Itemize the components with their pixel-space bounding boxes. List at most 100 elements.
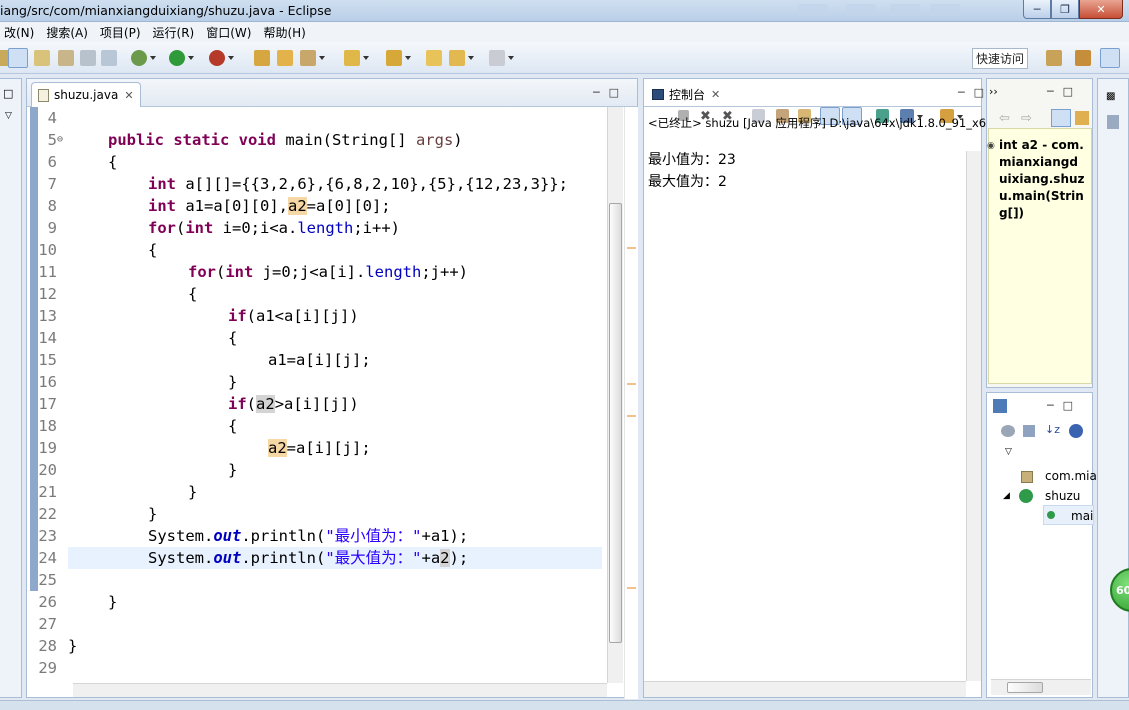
tab-console[interactable]: 控制台 ✕ bbox=[646, 82, 726, 107]
menu-window[interactable]: 窗口(W) bbox=[202, 24, 259, 41]
code-line[interactable]: 13 if(a1<a[i][j]) bbox=[27, 305, 602, 327]
new-java-project-icon[interactable] bbox=[254, 50, 270, 66]
line-number: 7 bbox=[47, 175, 57, 193]
code-line[interactable]: 27 bbox=[27, 613, 602, 635]
scrollbar-thumb[interactable] bbox=[609, 203, 622, 643]
outline-icon[interactable] bbox=[993, 399, 1007, 413]
code-line[interactable]: 6{ bbox=[27, 151, 602, 173]
menu-search[interactable]: 搜索(A) bbox=[42, 24, 96, 41]
code-line[interactable]: 18 { bbox=[27, 415, 602, 437]
menu-navigate[interactable]: 改(N) bbox=[0, 24, 42, 41]
run-icon[interactable] bbox=[169, 50, 194, 66]
minimize-maximize-icons[interactable]: ─□ bbox=[1047, 85, 1082, 98]
pin-icon[interactable] bbox=[386, 50, 411, 66]
show-whitespace-icon[interactable] bbox=[80, 50, 96, 66]
console-horizontal-scrollbar[interactable] bbox=[644, 681, 966, 697]
code-line[interactable]: 17 if(a2>a[i][j]) bbox=[27, 393, 602, 415]
code-editor[interactable]: 4 5 ⊖ public static void main(String[] args… bbox=[27, 107, 638, 699]
chevron-down-icon[interactable]: ▽ bbox=[5, 111, 12, 121]
code-line[interactable]: 9 for(int i=0;i<a.length;i++) bbox=[27, 217, 602, 239]
code-line[interactable]: 5 ⊖ public static void main(String[] args) bbox=[27, 129, 602, 151]
code-line[interactable]: 11 for(int j=0;j<a[i].length;j++) bbox=[27, 261, 602, 283]
sort-icon[interactable]: ↓z bbox=[1045, 423, 1060, 436]
editor-vertical-scrollbar[interactable] bbox=[607, 107, 623, 683]
maximize-icon[interactable]: □ bbox=[3, 87, 13, 100]
restore-icon[interactable]: ▩ bbox=[1106, 91, 1115, 102]
code-line[interactable]: 28} bbox=[27, 635, 602, 657]
debug-perspective-icon[interactable] bbox=[1075, 50, 1091, 66]
code-line[interactable]: 14 { bbox=[27, 327, 602, 349]
occurrence-marker[interactable] bbox=[627, 247, 636, 249]
close-tab-icon[interactable]: ✕ bbox=[711, 88, 720, 101]
code-line[interactable]: 21} bbox=[27, 481, 602, 503]
code-line[interactable]: 26} bbox=[27, 591, 602, 613]
last-edit-icon[interactable] bbox=[426, 50, 442, 66]
maximize-button[interactable]: ❐ bbox=[1051, 0, 1079, 19]
open-declaration-icon[interactable] bbox=[1075, 111, 1089, 125]
code-line[interactable]: 22} bbox=[27, 503, 602, 525]
code-line[interactable]: 8 int a1=a[0][0],a2=a[0][0]; bbox=[27, 195, 602, 217]
code-line[interactable]: 24 System.out.println("最大值为："+a2); bbox=[27, 547, 602, 569]
outline-item-package[interactable]: com.mia bbox=[1045, 469, 1097, 483]
occurrence-marker[interactable] bbox=[627, 415, 636, 417]
scrollbar-thumb[interactable] bbox=[1007, 682, 1043, 693]
debug-icon[interactable] bbox=[131, 50, 156, 66]
tab-shuzu-java[interactable]: shuzu.java ✕ bbox=[31, 82, 141, 107]
code-token: ( bbox=[176, 219, 186, 237]
hide-non-public-icon[interactable] bbox=[1069, 424, 1083, 438]
minimize-button[interactable]: ─ bbox=[1023, 0, 1051, 19]
occurrence-marker[interactable] bbox=[627, 587, 636, 589]
quick-access-input[interactable]: 快速访问 bbox=[972, 48, 1028, 69]
code-line[interactable]: 10 { bbox=[27, 239, 602, 261]
code-line[interactable]: 29 bbox=[27, 657, 602, 679]
blurred-title-item bbox=[930, 4, 960, 16]
outline-item-method[interactable]: mai bbox=[1071, 509, 1093, 523]
code-line[interactable]: 15 a1=a[i][j]; bbox=[27, 349, 602, 371]
next-annotation-icon[interactable] bbox=[34, 50, 50, 66]
open-perspective-icon[interactable] bbox=[1046, 50, 1062, 66]
code-token: a1=a[0][0], bbox=[176, 197, 288, 215]
back-arrow-icon[interactable]: ⇦ bbox=[999, 111, 1010, 126]
code-line[interactable]: 4 bbox=[27, 107, 602, 129]
collapse-all-icon[interactable] bbox=[1023, 425, 1035, 437]
line-number: 5 bbox=[47, 131, 57, 149]
open-type-icon[interactable] bbox=[300, 50, 325, 66]
menu-help[interactable]: 帮助(H) bbox=[259, 24, 313, 41]
menu-project[interactable]: 项目(P) bbox=[96, 24, 149, 41]
code-line[interactable]: 23 System.out.println("最小值为："+a1); bbox=[27, 525, 602, 547]
prev-annotation-icon[interactable] bbox=[58, 50, 74, 66]
tab-label: shuzu.java bbox=[54, 88, 119, 102]
pilcrow-icon[interactable] bbox=[101, 50, 117, 66]
view-menu-icon[interactable]: ▽ bbox=[1005, 447, 1012, 457]
occurrence-marker[interactable] bbox=[627, 383, 636, 385]
minimize-maximize-icons[interactable]: ─□ bbox=[1047, 399, 1082, 412]
close-tab-icon[interactable]: ✕ bbox=[124, 89, 133, 102]
hide-fields-icon[interactable] bbox=[1001, 425, 1015, 437]
open-folder-icon[interactable] bbox=[277, 50, 293, 66]
external-tools-icon[interactable] bbox=[209, 50, 234, 66]
task-list-icon[interactable] bbox=[1107, 115, 1119, 129]
editor-horizontal-scrollbar[interactable] bbox=[73, 683, 607, 697]
console-vertical-scrollbar[interactable] bbox=[966, 151, 981, 681]
outline-item-class[interactable]: shuzu bbox=[1045, 489, 1080, 503]
tree-expand-icon[interactable]: ◢ bbox=[1003, 491, 1010, 501]
mark-occurrences-icon[interactable] bbox=[8, 48, 28, 68]
fold-collapse-icon[interactable]: ⊖ bbox=[57, 129, 63, 151]
code-line[interactable]: 7 int a[][]={{3,2,6},{6,8,2,10},{5},{12,2… bbox=[27, 173, 602, 195]
back-icon[interactable] bbox=[449, 50, 474, 66]
next-edit-icon[interactable] bbox=[344, 50, 369, 66]
view-chevron-icon[interactable]: ›› bbox=[989, 85, 998, 98]
code-line[interactable]: 12 { bbox=[27, 283, 602, 305]
java-perspective-icon[interactable] bbox=[1100, 48, 1120, 68]
code-line[interactable]: 19 a2=a[i][j]; bbox=[27, 437, 602, 459]
code-line[interactable]: 16} bbox=[27, 371, 602, 393]
forward-arrow-icon[interactable]: ⇨ bbox=[1021, 111, 1032, 126]
forward-icon[interactable] bbox=[489, 50, 514, 66]
minimize-maximize-icons[interactable]: ─□ bbox=[593, 86, 628, 99]
code-line[interactable]: 25 bbox=[27, 569, 602, 591]
menu-run[interactable]: 运行(R) bbox=[149, 24, 203, 41]
close-button[interactable]: ✕ bbox=[1079, 0, 1123, 19]
outline-horizontal-scrollbar[interactable] bbox=[991, 679, 1091, 695]
code-line[interactable]: 20} bbox=[27, 459, 602, 481]
link-with-selection-icon[interactable] bbox=[1051, 109, 1071, 127]
